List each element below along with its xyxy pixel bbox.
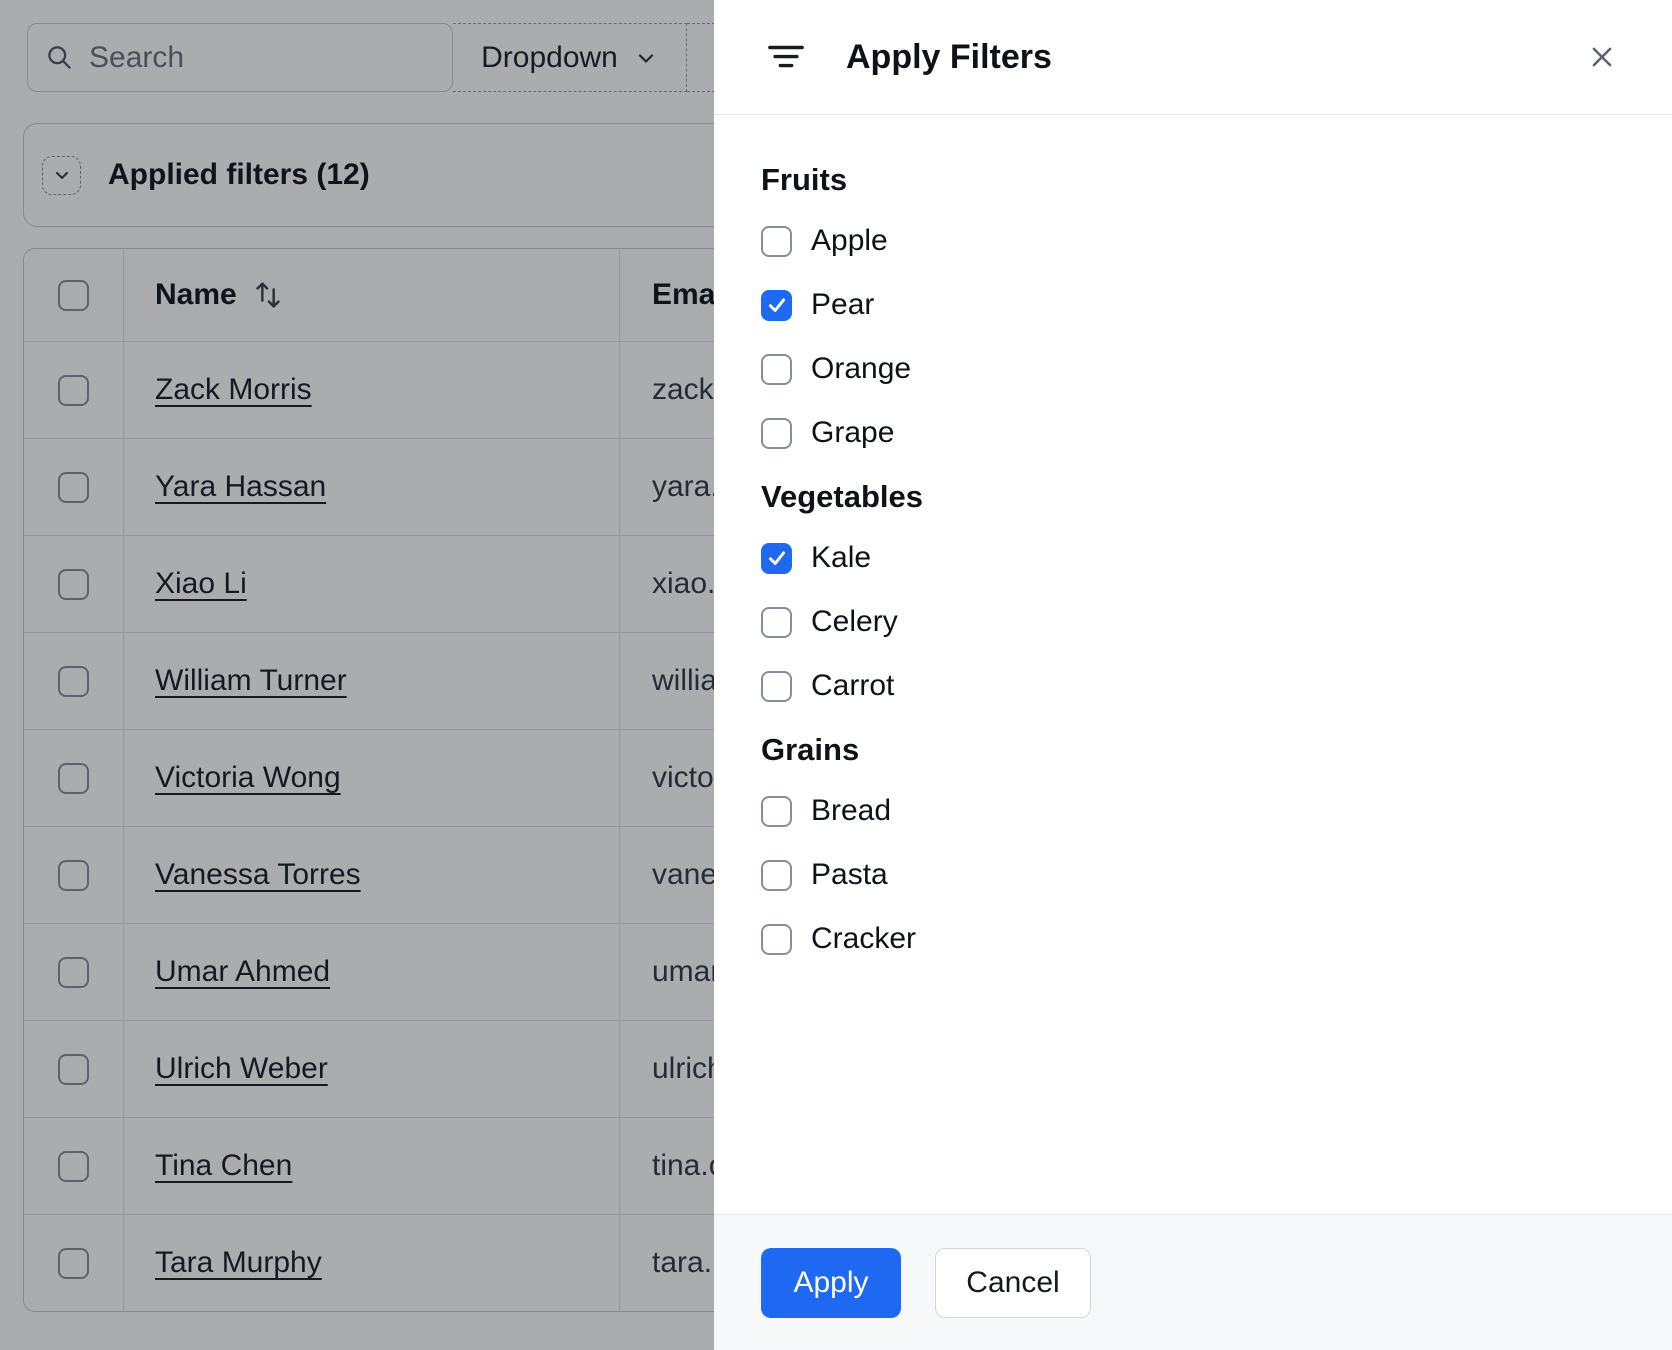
filter-option[interactable]: Grape	[761, 411, 1632, 455]
checkmark-icon	[768, 551, 785, 565]
filter-option[interactable]: Orange	[761, 347, 1632, 391]
filter-option[interactable]: Cracker	[761, 917, 1632, 961]
checkbox[interactable]	[761, 923, 792, 955]
filter-option[interactable]: Bread	[761, 789, 1632, 833]
filter-option-label: Carrot	[811, 669, 895, 702]
close-icon	[1587, 42, 1617, 72]
filter-section-grains: Grains Bread Pasta Cracker	[761, 732, 1632, 961]
filter-option[interactable]: Apple	[761, 219, 1632, 263]
section-items: Bread Pasta Cracker	[761, 789, 1632, 961]
filter-option-label: Orange	[811, 352, 912, 385]
filter-option[interactable]: Celery	[761, 600, 1632, 644]
checkmark-icon	[768, 298, 785, 312]
filter-option-label: Kale	[811, 541, 872, 574]
filter-option-label: Celery	[811, 605, 898, 638]
drawer-footer: Apply Cancel	[714, 1214, 1672, 1350]
checkbox[interactable]	[761, 417, 792, 449]
checkbox[interactable]	[761, 542, 792, 574]
filter-section-fruits: Fruits Apple Pear Orange Grape	[761, 162, 1632, 455]
filter-option[interactable]: Carrot	[761, 664, 1632, 708]
checkbox[interactable]	[761, 289, 792, 321]
section-items: Kale Celery Carrot	[761, 536, 1632, 708]
cancel-button[interactable]: Cancel	[935, 1247, 1091, 1318]
section-items: Apple Pear Orange Grape	[761, 219, 1632, 455]
filter-option-label: Grape	[811, 416, 895, 449]
app-window: Dropdown Applied filters (12)	[0, 0, 1672, 1350]
filter-option-label: Bread	[811, 794, 892, 827]
close-button[interactable]	[1584, 39, 1620, 75]
section-heading: Vegetables	[761, 479, 923, 514]
filter-option-label: Pasta	[811, 858, 888, 891]
filter-option-label: Apple	[811, 224, 888, 257]
filter-option-label: Pear	[811, 288, 875, 321]
checkbox[interactable]	[761, 859, 792, 891]
checkbox[interactable]	[761, 225, 792, 257]
filter-section-vegetables: Vegetables Kale Celery Carrot	[761, 479, 1632, 708]
filter-option[interactable]: Kale	[761, 536, 1632, 580]
drawer-title: Apply Filters	[846, 37, 1052, 76]
filter-lines-icon	[767, 42, 805, 72]
section-heading: Fruits	[761, 162, 848, 197]
apply-button[interactable]: Apply	[761, 1247, 901, 1318]
drawer-body: Fruits Apple Pear Orange Grape Vegetable…	[714, 115, 1672, 1214]
filter-drawer: Apply Filters Fruits Apple Pear Orange G…	[714, 0, 1672, 1350]
filter-option[interactable]: Pear	[761, 283, 1632, 327]
checkbox[interactable]	[761, 606, 792, 638]
section-heading: Grains	[761, 732, 860, 767]
filter-option-label: Cracker	[811, 922, 917, 955]
checkbox[interactable]	[761, 795, 792, 827]
filter-option[interactable]: Pasta	[761, 853, 1632, 897]
checkbox[interactable]	[761, 670, 792, 702]
drawer-header: Apply Filters	[714, 0, 1672, 115]
checkbox[interactable]	[761, 353, 792, 385]
